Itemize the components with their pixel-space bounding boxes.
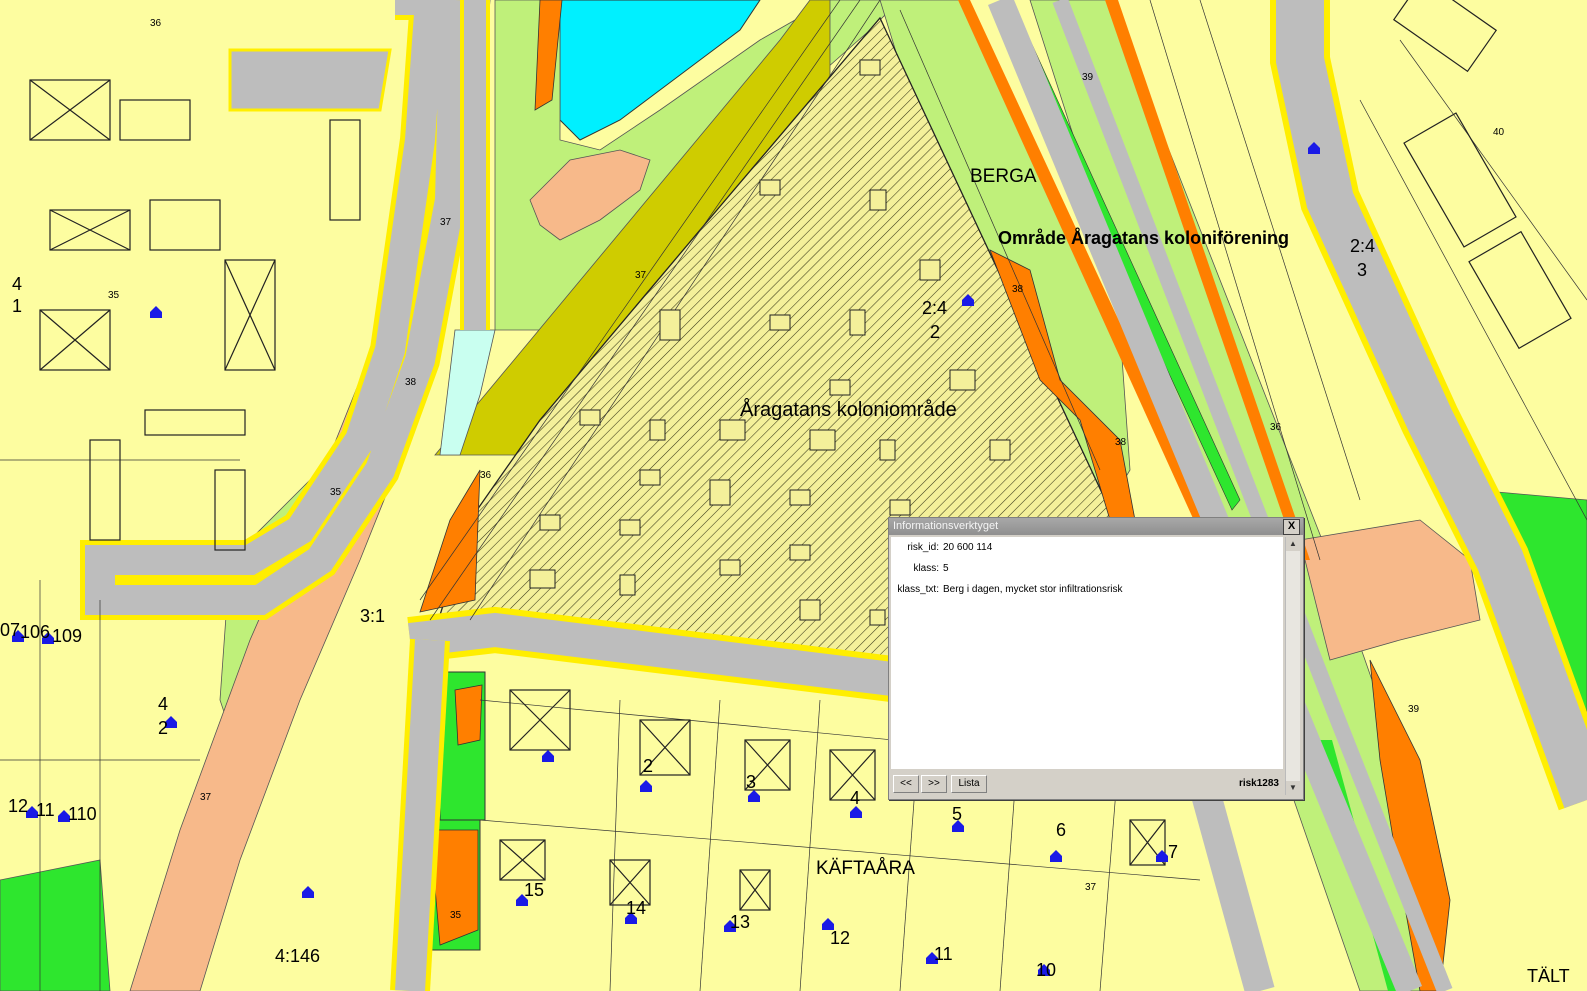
- parcel-label: 15: [524, 880, 544, 900]
- label-colony-area: Åragatans koloniområde: [740, 398, 957, 421]
- contour-label: 37: [200, 792, 212, 803]
- parcel-label: 4: [12, 274, 22, 294]
- contour-label: 35: [450, 910, 462, 921]
- info-footer: << >> Lista risk1283: [891, 773, 1283, 795]
- field-row-klass-txt: klass_txt: Berg i dagen, mycket stor infi…: [891, 583, 1123, 597]
- info-window-title: Informationsverktyget: [893, 520, 999, 532]
- label-talt: TÄLT: [1527, 966, 1570, 986]
- field-row-risk-id: risk_id: 20 600 114: [891, 541, 992, 555]
- close-icon: X: [1287, 520, 1296, 532]
- info-tool-window[interactable]: Informationsverktyget X risk_id: 20 600 1…: [888, 517, 1304, 800]
- parcel-label: 109: [52, 626, 82, 646]
- contour-label: 37: [1085, 882, 1097, 893]
- parcel-label: 6: [1056, 820, 1066, 840]
- contour-label: 37: [635, 270, 647, 281]
- parcel-label: 07: [0, 620, 20, 640]
- orange-patch-south-2: [454, 684, 483, 746]
- parcel-label: 4: [158, 694, 168, 714]
- contour-label: 36: [480, 470, 492, 481]
- label-kaftaara: KÄFTAÅRA: [816, 858, 915, 879]
- field-value: Berg i dagen, mycket stor infiltrationsr…: [943, 584, 1123, 595]
- contour-label: 35: [108, 290, 120, 301]
- parcel-label: 1: [12, 296, 22, 316]
- contour-label: 38: [1115, 437, 1127, 448]
- contour-label: 38: [1012, 284, 1024, 295]
- field-key: klass:: [913, 563, 939, 574]
- scroll-up-icon[interactable]: ▲: [1286, 537, 1300, 551]
- parcel-label: 110: [68, 804, 97, 824]
- parcel-label: 12: [8, 796, 28, 816]
- previous-button[interactable]: <<: [893, 775, 919, 793]
- contour-label: 37: [440, 217, 452, 228]
- info-window-titlebar[interactable]: Informationsverktyget X: [889, 518, 1303, 535]
- contour-label: 39: [1082, 72, 1094, 83]
- list-button[interactable]: Lista: [951, 775, 987, 793]
- scroll-down-icon[interactable]: ▼: [1286, 781, 1300, 795]
- parcel-label: 14: [626, 898, 646, 918]
- parcel-label: 11: [934, 944, 953, 964]
- parcel-label: 2:4: [922, 298, 947, 318]
- field-key: risk_id:: [907, 542, 939, 553]
- label-association: Område Åragatans koloniförening: [998, 228, 1289, 248]
- contour-label: 36: [150, 18, 162, 29]
- contour-label: 38: [405, 377, 417, 388]
- parcel-label: 10: [1036, 960, 1056, 980]
- label-berga: BERGA: [970, 166, 1037, 187]
- field-key: klass_txt:: [897, 584, 939, 595]
- parcel-label: 3: [746, 772, 756, 792]
- map-canvas[interactable]: 36 35 37 38 36 35 37 38 39 40 39 37 36 3…: [0, 0, 1587, 991]
- grass-area-lower-left: [0, 859, 111, 991]
- field-row-klass: klass: 5: [891, 562, 949, 576]
- parcel-label: 12: [830, 928, 850, 948]
- parcel-label: 2: [643, 756, 653, 776]
- parcel-label: 106: [20, 622, 50, 642]
- vertical-scrollbar[interactable]: ▲ ▼: [1285, 537, 1300, 795]
- parcel-label: 2: [158, 718, 168, 738]
- feature-name: risk1283: [1238, 778, 1279, 789]
- field-value: 20 600 114: [943, 542, 993, 553]
- parcel-label: 2:4: [1350, 236, 1375, 256]
- next-button[interactable]: >>: [921, 775, 947, 793]
- parcel-label: 11: [36, 800, 55, 820]
- contour-label: 36: [1270, 422, 1282, 433]
- parcel-label: 3:1: [360, 606, 385, 626]
- parcel-label: 13: [730, 912, 750, 932]
- parcel-label: 4:146: [275, 946, 320, 966]
- parcel-label: 3: [1357, 260, 1367, 280]
- close-button[interactable]: X: [1283, 519, 1300, 535]
- parcel-label: 2: [930, 322, 940, 342]
- contour-label: 35: [330, 487, 342, 498]
- contour-label: 39: [1408, 704, 1420, 715]
- contour-label: 40: [1493, 127, 1505, 138]
- field-value: 5: [943, 563, 949, 574]
- info-content-panel: risk_id: 20 600 114 klass: 5 klass_txt: Ber…: [891, 537, 1283, 769]
- parcel-label: 4: [850, 788, 860, 808]
- parcel-label: 7: [1168, 842, 1178, 862]
- parcel-label: 5: [952, 804, 962, 824]
